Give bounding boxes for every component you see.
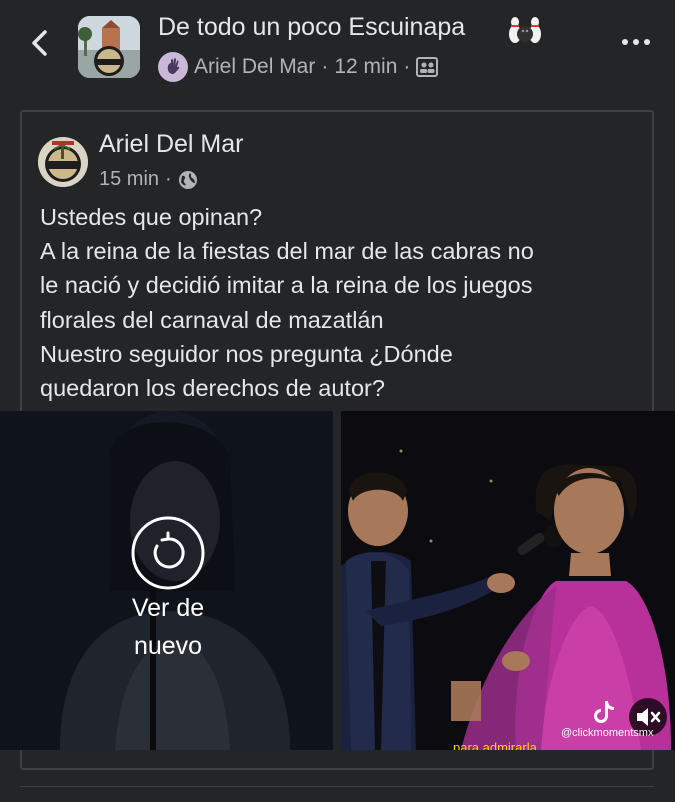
replay-label-line: Ver de — [131, 594, 205, 622]
replay-icon[interactable] — [130, 515, 206, 591]
video-ended-thumbnail[interactable]: Ver de nuevo — [0, 411, 333, 750]
tiktok-logo-icon — [594, 701, 614, 723]
post-header: De todo un poco Escuinapa Ariel Del Mar … — [0, 0, 675, 100]
anonymous-member-icon — [158, 52, 188, 82]
post-meta: 15 min · — [99, 168, 198, 191]
post-text-line: florales del carnaval de mazatlán — [40, 306, 384, 333]
post-text-line: A la reina de la fiestas del mar de las … — [40, 238, 534, 265]
members-icon — [416, 57, 439, 77]
media-area: Ver de nuevo @clickmomentsmx para admira… — [0, 411, 675, 750]
divider — [20, 786, 654, 787]
separator-dot: · — [403, 55, 411, 78]
more-icon[interactable] — [620, 30, 652, 54]
post-text-line: quedaron los derechos de autor? — [40, 375, 385, 402]
back-arrow-icon[interactable] — [26, 26, 54, 60]
post-author[interactable]: Ariel Del Mar — [99, 130, 243, 159]
video-frame[interactable]: @clickmomentsmx para admirarla — [341, 411, 675, 750]
post-text-line: Ustedes que opinan? — [40, 204, 263, 230]
group-avatar[interactable] — [78, 16, 140, 78]
globe-icon — [178, 170, 197, 189]
replay-button[interactable]: Ver de nuevo — [95, 589, 241, 665]
separator-dot: · — [321, 55, 329, 78]
post-text-line: Nuestro seguidor nos pregunta ¿Dónde — [40, 340, 453, 367]
author-avatar[interactable] — [38, 137, 88, 187]
post-time[interactable]: 15 min — [99, 168, 159, 191]
post-subheader: Ariel Del Mar · 12 min · — [158, 52, 439, 82]
post-text-line: le nació y decidió imitar a la reina de … — [40, 272, 533, 299]
replay-label-line: nuevo — [133, 632, 203, 660]
group-name[interactable]: De todo un poco Escuinapa — [158, 13, 465, 42]
video-caption: para admirarla — [453, 740, 537, 750]
bowling-pins-icon — [509, 17, 541, 43]
post-body: Ustedes que opinan? A la reina de la fie… — [40, 200, 650, 405]
post-time[interactable]: 12 min — [334, 55, 397, 79]
poster-name[interactable]: Ariel Del Mar — [194, 55, 315, 79]
tiktok-handle: @clickmomentsmx — [561, 727, 654, 739]
separator-dot: · — [165, 168, 172, 190]
